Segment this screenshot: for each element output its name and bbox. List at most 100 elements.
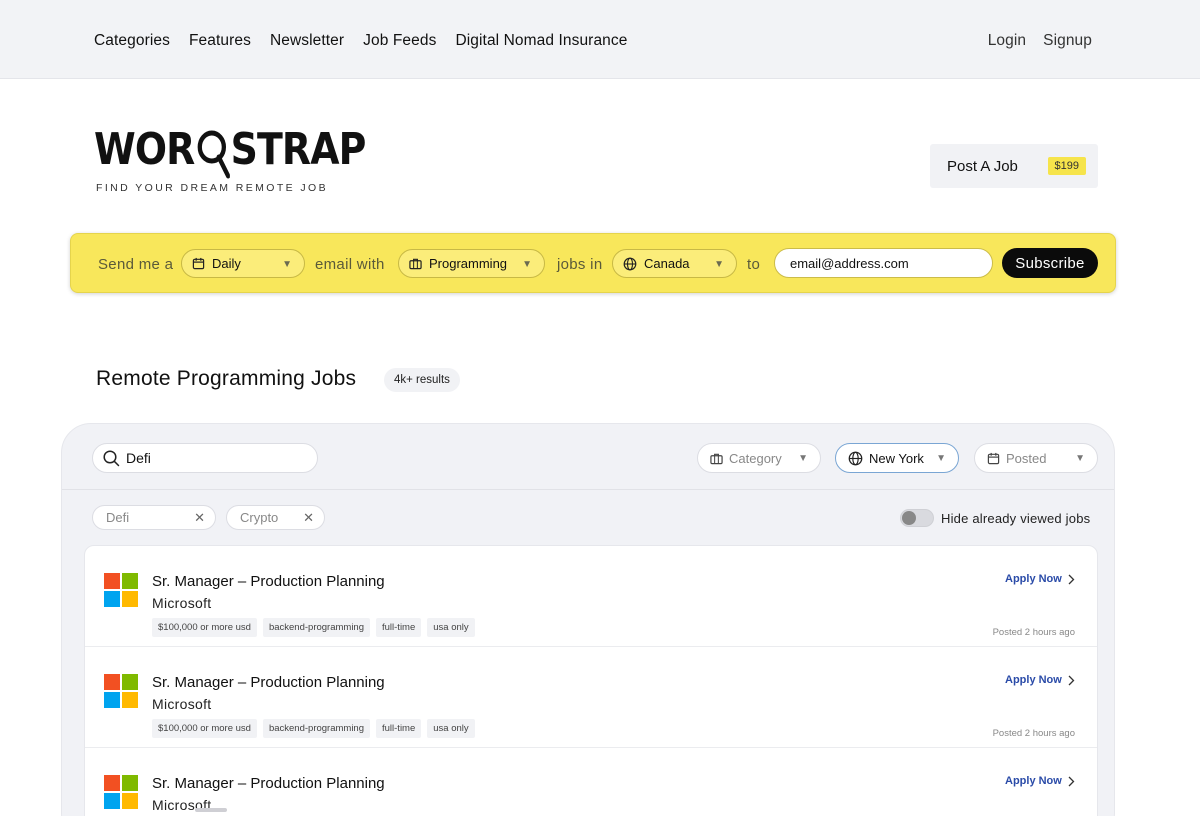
chevron-down-icon: ▼ [522,259,532,270]
subscribe-text-email: email with [315,256,385,273]
job-tag: $100,000 or more usd [152,719,257,738]
hide-viewed-label: Hide already viewed jobs [941,511,1091,526]
apply-now-link[interactable]: Apply Now [1005,674,1075,686]
scroll-indicator[interactable] [195,808,227,812]
briefcase-icon [409,258,422,270]
job-row[interactable]: Sr. Manager – Production Planning Micros… [85,546,1097,647]
chevron-right-icon [1068,675,1075,685]
nav-digital-nomad-insurance[interactable]: Digital Nomad Insurance [455,32,627,50]
panel-divider [62,489,1114,490]
chevron-right-icon [1068,574,1075,584]
location-select[interactable]: Canada ▼ [612,249,737,278]
subscribe-bar: Send me a Daily ▼ email with Programming… [70,233,1116,293]
chevron-down-icon: ▼ [282,259,292,270]
search-icon [103,449,120,466]
apply-now-label: Apply Now [1005,775,1062,787]
brand-logo[interactable]: WOR STRAP FIND YOUR DREAM REMOTE JOB [94,124,410,194]
job-company: Microsoft [152,595,212,611]
post-job-button[interactable]: Post A Job $199 [930,144,1098,188]
filter-chip-defi: Defi ✕ [92,505,216,530]
price-badge: $199 [1047,157,1086,175]
job-tag: full-time [376,719,422,738]
location-filter-value: New York [869,450,924,466]
jobs-panel: Category ▼ New York ▼ Posted ▼ Defi ✕ Cr… [61,423,1115,816]
location-filter[interactable]: New York ▼ [835,443,959,473]
chevron-down-icon: ▼ [1075,453,1085,464]
post-job-label: Post A Job [947,157,1018,175]
toggle-knob [902,511,916,525]
apply-now-link[interactable]: Apply Now [1005,775,1075,787]
microsoft-logo-icon [104,674,138,708]
signup-link[interactable]: Signup [1043,32,1092,50]
job-list: Sr. Manager – Production Planning Micros… [84,545,1098,816]
nav-links: Categories Features Newsletter Job Feeds… [94,32,627,50]
globe-icon [623,257,637,270]
results-count-badge: 4k+ results [384,368,460,392]
chevron-down-icon: ▼ [714,259,724,270]
filter-chip-label: Defi [106,510,130,525]
nav-categories[interactable]: Categories [94,32,170,50]
job-title[interactable]: Sr. Manager – Production Planning [152,674,385,691]
location-value: Canada [644,256,690,271]
logo-text-right: STRAP [230,124,367,175]
search-input[interactable] [126,450,296,466]
globe-icon [848,451,863,465]
hide-viewed-toggle[interactable] [900,509,934,527]
close-icon[interactable]: ✕ [194,510,205,526]
filter-chip-label: Crypto [240,510,279,525]
job-row[interactable]: Sr. Manager – Production Planning Micros… [85,748,1097,816]
logo-text-left: WOR [94,124,195,175]
frequency-select[interactable]: Daily ▼ [181,249,305,278]
job-tag: $100,000 or more usd [152,618,257,637]
category-filter-placeholder: Category [729,450,782,466]
magnifier-icon [195,124,231,179]
chevron-down-icon: ▼ [798,453,808,464]
job-tags: $100,000 or more usd backend-programming… [152,618,475,637]
chevron-down-icon: ▼ [936,453,946,464]
calendar-icon [987,452,1000,464]
category-select[interactable]: Programming ▼ [398,249,545,278]
microsoft-logo-icon [104,775,138,809]
brand-tagline: FIND YOUR DREAM REMOTE JOB [96,182,328,194]
auth-links: Login Signup [988,32,1092,50]
job-tag: backend-programming [262,618,370,637]
nav-features[interactable]: Features [189,32,251,50]
nav-newsletter[interactable]: Newsletter [270,32,344,50]
apply-now-link[interactable]: Apply Now [1005,573,1075,585]
job-tags: $100,000 or more usd backend-programming… [152,719,475,738]
subscribe-button[interactable]: Subscribe [1002,248,1098,278]
apply-now-label: Apply Now [1005,573,1062,585]
microsoft-logo-icon [104,573,138,607]
job-tag: backend-programming [262,719,370,738]
email-field[interactable] [774,248,993,278]
subscribe-text-to: to [747,256,761,273]
frequency-value: Daily [212,256,241,271]
nav-job-feeds[interactable]: Job Feeds [363,32,436,50]
close-icon[interactable]: ✕ [303,510,314,526]
job-title[interactable]: Sr. Manager – Production Planning [152,775,385,792]
posted-filter[interactable]: Posted ▼ [974,443,1098,473]
job-company: Microsoft [152,696,212,712]
posted-time: Posted 2 hours ago [992,728,1075,739]
subscribe-text-jobs-in: jobs in [557,256,603,273]
login-link[interactable]: Login [988,32,1026,50]
top-nav: Categories Features Newsletter Job Feeds… [0,0,1200,79]
category-value: Programming [429,256,508,271]
job-row[interactable]: Sr. Manager – Production Planning Micros… [85,647,1097,748]
posted-time: Posted 2 hours ago [992,627,1075,638]
job-tag: full-time [376,618,422,637]
posted-filter-placeholder: Posted [1006,450,1047,466]
chevron-right-icon [1068,776,1075,786]
job-title[interactable]: Sr. Manager – Production Planning [152,573,385,590]
filter-chip-crypto: Crypto ✕ [226,505,325,530]
search-box[interactable] [92,443,318,473]
apply-now-label: Apply Now [1005,674,1062,686]
category-filter[interactable]: Category ▼ [697,443,821,473]
job-tag: usa only [427,618,475,637]
briefcase-icon [710,453,723,464]
calendar-icon [192,257,205,270]
page-title: Remote Programming Jobs [96,367,357,390]
logo-wordmark: WOR STRAP [94,124,367,179]
job-tag: usa only [427,719,475,738]
subscribe-text-send: Send me a [98,256,174,273]
